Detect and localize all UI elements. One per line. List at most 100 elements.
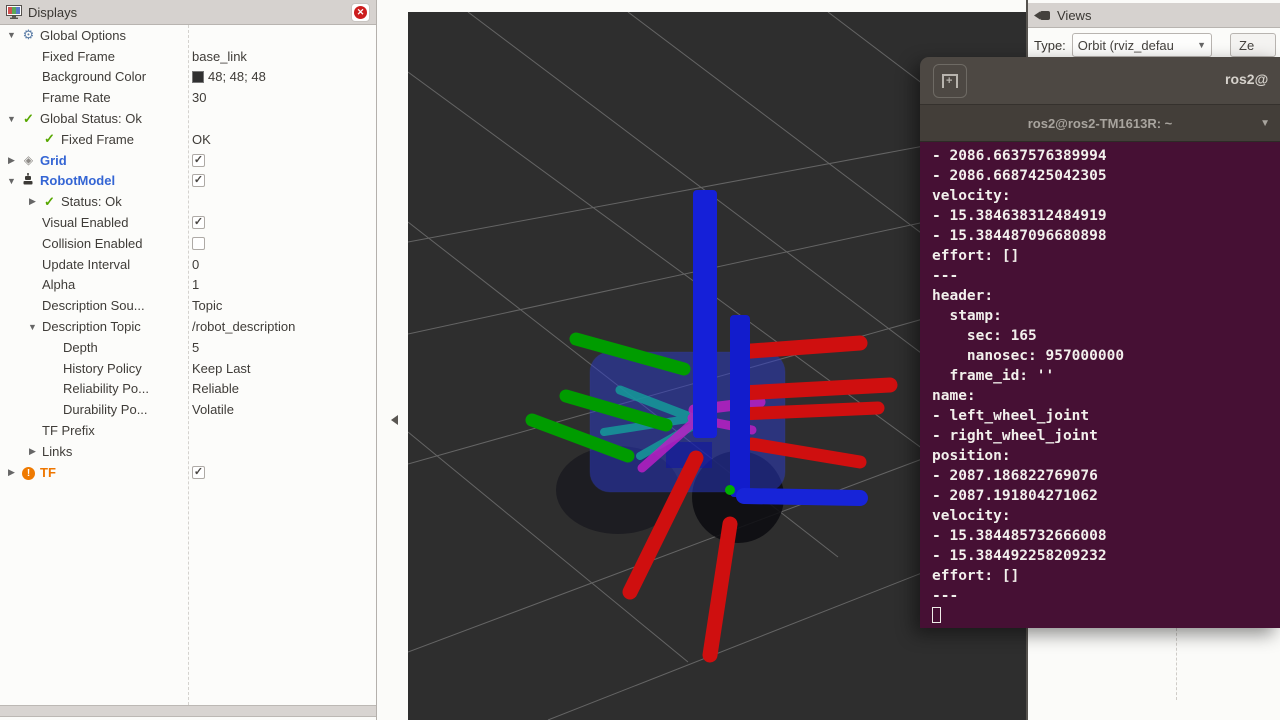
property-row[interactable]: ✓Fixed FrameOK — [0, 129, 376, 150]
terminal-line: name: — [932, 386, 1280, 406]
new-tab-button[interactable] — [933, 64, 967, 98]
chevron-right-icon[interactable]: ▶ — [4, 155, 19, 166]
property-row-left: Depth — [0, 337, 188, 358]
color-swatch[interactable] — [192, 71, 204, 83]
property-value[interactable]: ✓ — [192, 462, 374, 483]
property-row[interactable]: Background Color 48; 48; 48 — [0, 67, 376, 88]
terminal-line: stamp: — [932, 306, 1280, 326]
checkbox-checked-icon[interactable]: ✓ — [192, 154, 205, 167]
property-row-left: ▶!TF — [0, 462, 188, 483]
terminal-tabbar[interactable]: ros2@ros2-TM1613R: ~ ▼ — [920, 105, 1280, 142]
property-row-left: ▼⚙Global Options — [0, 25, 188, 46]
views-list-divider — [1176, 628, 1177, 700]
chevron-down-icon[interactable]: ▼ — [4, 176, 19, 186]
robot-model-icon — [22, 173, 35, 186]
property-value[interactable]: Volatile — [192, 399, 374, 420]
views-type-value: Orbit (rviz_defau — [1078, 38, 1193, 53]
chevron-right-icon[interactable]: ▶ — [4, 467, 19, 478]
property-row[interactable]: ▶✓Status: Ok — [0, 191, 376, 212]
property-row[interactable]: ▼⚙Global Options — [0, 25, 376, 46]
chevron-right-icon[interactable]: ▶ — [25, 196, 40, 207]
property-label: TF Prefix — [40, 423, 95, 438]
property-label: Background Color — [40, 69, 146, 84]
row-icon-slot: ✓ — [40, 194, 59, 210]
property-value[interactable]: OK — [192, 129, 374, 150]
zero-button[interactable]: Ze — [1230, 33, 1276, 57]
property-value[interactable]: Keep Last — [192, 358, 374, 379]
property-row[interactable]: Alpha1 — [0, 275, 376, 296]
property-row[interactable]: ▶◈Grid✓ — [0, 150, 376, 171]
terminal-line: velocity: — [932, 186, 1280, 206]
property-row[interactable]: Frame Rate30 — [0, 87, 376, 108]
property-row[interactable]: ▶!TF ✓ — [0, 462, 376, 483]
property-row[interactable]: History Policy Keep Last — [0, 358, 376, 379]
terminal-window[interactable]: ros2@ ros2@ros2-TM1613R: ~ ▼ - 2086.6637… — [920, 57, 1280, 628]
chevron-down-icon[interactable]: ▼ — [1260, 118, 1270, 129]
close-button[interactable]: ✕ — [351, 3, 370, 22]
property-value[interactable]: ✓ — [192, 150, 374, 171]
checkbox-unchecked-icon[interactable] — [192, 237, 205, 250]
property-label: RobotModel — [38, 173, 115, 188]
terminal-line: --- — [932, 266, 1280, 286]
property-value[interactable]: ✓ — [192, 212, 374, 233]
property-value[interactable] — [192, 420, 374, 441]
property-value[interactable]: 30 — [192, 87, 374, 108]
close-icon: ✕ — [354, 6, 367, 19]
collapse-panel-handle[interactable] — [387, 412, 401, 428]
property-row[interactable]: Visual Enabled✓ — [0, 212, 376, 233]
panel-resize-strip[interactable] — [0, 705, 376, 717]
chevron-right-icon[interactable]: ▶ — [25, 446, 40, 457]
terminal-tab-title: ros2@ros2-TM1613R: ~ — [1028, 116, 1173, 131]
displays-panel-titlebar[interactable]: Displays ✕ — [0, 0, 376, 25]
terminal-line: - 15.384487096680898 — [932, 226, 1280, 246]
status-ok-check-icon: ✓ — [44, 131, 55, 146]
property-row-left: ▶✓Status: Ok — [0, 191, 188, 212]
property-row[interactable]: Update Interval0 — [0, 254, 376, 275]
property-value[interactable]: 0 — [192, 254, 374, 275]
property-value[interactable]: 5 — [192, 337, 374, 358]
property-row[interactable]: ▼ RobotModel ✓ — [0, 171, 376, 192]
property-row-left: TF Prefix — [0, 420, 188, 441]
terminal-output[interactable]: - 2086.6637576389994- 2086.6687425042305… — [920, 142, 1280, 628]
property-value[interactable]: ✓ — [192, 171, 374, 192]
checkbox-checked-icon[interactable]: ✓ — [192, 466, 205, 479]
property-value[interactable]: /robot_description — [192, 316, 374, 337]
property-row[interactable]: ▶Links — [0, 441, 376, 462]
views-panel-titlebar[interactable]: Views — [1028, 3, 1280, 28]
checkbox-checked-icon[interactable]: ✓ — [192, 216, 205, 229]
property-value[interactable] — [192, 233, 374, 254]
row-icon-slot — [19, 173, 38, 189]
property-value[interactable]: 48; 48; 48 — [192, 67, 374, 88]
property-row[interactable]: ▼✓Global Status: Ok — [0, 108, 376, 129]
property-row[interactable]: Description Sou...Topic — [0, 295, 376, 316]
views-type-dropdown[interactable]: Orbit (rviz_defau ▼ — [1072, 33, 1212, 57]
property-row[interactable]: TF Prefix — [0, 420, 376, 441]
terminal-line: frame_id: '' — [932, 366, 1280, 386]
property-row[interactable]: Fixed Framebase_link — [0, 46, 376, 67]
chevron-down-icon[interactable]: ▼ — [4, 114, 19, 124]
property-label: Description Topic — [40, 319, 141, 334]
property-value[interactable]: Reliable — [192, 379, 374, 400]
property-value — [192, 191, 374, 212]
terminal-line: - left_wheel_joint — [932, 406, 1280, 426]
row-icon-slot: ✓ — [40, 131, 59, 147]
chevron-down-icon[interactable]: ▼ — [25, 322, 40, 332]
terminal-titlebar[interactable]: ros2@ — [920, 57, 1280, 105]
property-row[interactable]: Collision Enabled — [0, 233, 376, 254]
property-row[interactable]: ▼Description Topic/robot_description — [0, 316, 376, 337]
views-type-label: Type: — [1034, 38, 1066, 53]
property-value[interactable]: Topic — [192, 295, 374, 316]
property-value[interactable]: base_link — [192, 46, 374, 67]
property-label: Links — [40, 444, 72, 459]
property-row[interactable]: Durability Po...Volatile — [0, 399, 376, 420]
property-row[interactable]: Depth5 — [0, 337, 376, 358]
terminal-line: - 2087.191804271062 — [932, 486, 1280, 506]
property-row[interactable]: Reliability Po...Reliable — [0, 379, 376, 400]
property-label: Grid — [38, 153, 67, 168]
checkbox-checked-icon[interactable]: ✓ — [192, 174, 205, 187]
property-label: History Policy — [61, 361, 142, 376]
chevron-down-icon[interactable]: ▼ — [4, 30, 19, 40]
property-value[interactable]: 1 — [192, 275, 374, 296]
property-row-left: Durability Po... — [0, 399, 188, 420]
panel-gutter — [377, 0, 408, 720]
